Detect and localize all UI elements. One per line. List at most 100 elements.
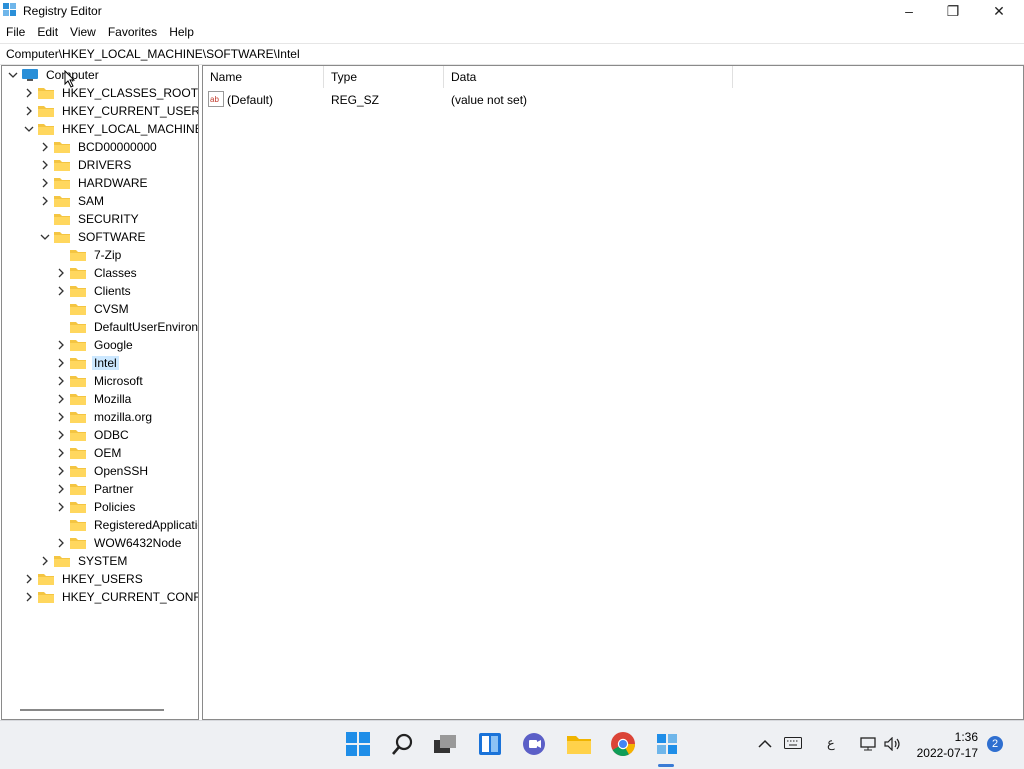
menu-view[interactable]: View (64, 23, 102, 43)
chevron-right-icon[interactable] (56, 538, 66, 548)
chevron-right-icon[interactable] (56, 430, 66, 440)
notification-badge[interactable]: 2 (987, 736, 1003, 752)
language-indicator[interactable]: ع (827, 735, 835, 751)
tree-node-7zip[interactable]: 7-Zip (56, 246, 123, 264)
address-path[interactable]: Computer\HKEY_LOCAL_MACHINE\SOFTWARE\Int… (6, 47, 300, 61)
tree-node-cvsm[interactable]: CVSM (56, 300, 131, 318)
chevron-right-icon[interactable] (24, 88, 34, 98)
tree-node-wow6432node[interactable]: WOW6432Node (56, 534, 183, 552)
widgets-icon[interactable] (477, 731, 503, 757)
folder-icon (70, 304, 86, 315)
tree-node-label: SAM (78, 194, 105, 208)
tree-node-defaultuserenvironment[interactable]: DefaultUserEnvironm (56, 318, 198, 336)
chevron-right-icon[interactable] (56, 394, 66, 404)
maximize-button[interactable]: ❐ (930, 0, 976, 22)
address-bar[interactable]: Computer\HKEY_LOCAL_MACHINE\SOFTWARE\Int… (0, 43, 1024, 65)
column-header-name[interactable]: Name (203, 66, 324, 88)
network-icon[interactable] (860, 737, 878, 751)
tree-node-oem[interactable]: OEM (56, 444, 123, 462)
key-tree-pane[interactable]: Computer HKEY_CLASSES_ROOT HKEY_CURRENT_… (1, 65, 199, 720)
file-explorer-icon[interactable] (566, 731, 592, 757)
chevron-right-icon[interactable] (56, 466, 66, 476)
column-header-type[interactable]: Type (324, 66, 444, 88)
tree-node-security[interactable]: SECURITY (40, 210, 141, 228)
string-value-icon: ab (208, 91, 224, 107)
task-view-icon[interactable] (432, 731, 458, 757)
tree-node-label: DRIVERS (78, 158, 132, 172)
chevron-down-icon[interactable] (40, 232, 50, 242)
chevron-down-icon[interactable] (24, 124, 34, 134)
chevron-up-icon[interactable] (758, 739, 772, 749)
tree-node-intel[interactable]: Intel (56, 354, 119, 372)
windows-start-icon[interactable] (345, 731, 371, 757)
chevron-right-icon[interactable] (40, 178, 50, 188)
tree-node-hardware[interactable]: HARDWARE (40, 174, 150, 192)
menu-edit[interactable]: Edit (31, 23, 64, 43)
tree-node-hkey-current-user[interactable]: HKEY_CURRENT_USER (24, 102, 198, 120)
folder-icon (38, 124, 54, 135)
tree-node-drivers[interactable]: DRIVERS (40, 156, 133, 174)
chevron-right-icon[interactable] (56, 340, 66, 350)
tree-node-label: HKEY_LOCAL_MACHINE (62, 122, 199, 136)
menu-help[interactable]: Help (163, 23, 200, 43)
chevron-right-icon[interactable] (56, 358, 66, 368)
tree-node-label: Microsoft (94, 374, 143, 388)
keyboard-icon[interactable] (784, 737, 802, 749)
minimize-button[interactable]: – (886, 0, 932, 22)
tree-node-hkey-classes-root[interactable]: HKEY_CLASSES_ROOT (24, 84, 198, 102)
chrome-icon[interactable] (610, 731, 636, 757)
clock-time: 1:36 (954, 730, 978, 744)
tree-node-microsoft[interactable]: Microsoft (56, 372, 145, 390)
column-header-data[interactable]: Data (444, 66, 733, 88)
chat-icon[interactable] (521, 731, 547, 757)
values-list-pane[interactable]: Name Type Data ab (Default) REG_SZ (valu… (202, 65, 1024, 720)
chevron-right-icon[interactable] (56, 268, 66, 278)
chevron-right-icon[interactable] (56, 376, 66, 386)
menu-bar: File Edit View Favorites Help (0, 23, 200, 43)
folder-icon (70, 538, 86, 549)
tree-node-bcd[interactable]: BCD00000000 (40, 138, 159, 156)
clock-date: 2022-07-17 (916, 746, 978, 760)
tree-node-hkey-local-machine[interactable]: HKEY_LOCAL_MACHINE (24, 120, 199, 138)
chevron-right-icon[interactable] (40, 556, 50, 566)
chevron-right-icon[interactable] (24, 592, 34, 602)
chevron-right-icon[interactable] (56, 502, 66, 512)
menu-file[interactable]: File (0, 23, 31, 43)
chevron-right-icon[interactable] (40, 160, 50, 170)
tree-node-hkey-users[interactable]: HKEY_USERS (24, 570, 145, 588)
chevron-right-icon[interactable] (40, 196, 50, 206)
chevron-right-icon[interactable] (56, 448, 66, 458)
value-row[interactable]: ab (Default) REG_SZ (value not set) (203, 91, 1023, 109)
close-button[interactable]: ✕ (976, 0, 1022, 22)
chevron-right-icon[interactable] (24, 106, 34, 116)
chevron-down-icon[interactable] (8, 70, 18, 80)
tree-node-mozilla[interactable]: Mozilla (56, 390, 133, 408)
registry-editor-icon[interactable] (654, 731, 680, 757)
tree-node-label: Clients (94, 284, 131, 298)
chevron-right-icon[interactable] (40, 142, 50, 152)
search-icon[interactable] (390, 731, 416, 757)
chevron-right-icon[interactable] (56, 286, 66, 296)
volume-icon[interactable] (884, 737, 902, 751)
clock[interactable]: 1:36 2022-07-17 (917, 729, 978, 761)
chevron-right-icon[interactable] (56, 412, 66, 422)
tree-node-clients[interactable]: Clients (56, 282, 133, 300)
chevron-right-icon[interactable] (56, 484, 66, 494)
tree-node-classes[interactable]: Classes (56, 264, 139, 282)
tree-node-computer[interactable]: Computer (8, 66, 101, 84)
tree-node-google[interactable]: Google (56, 336, 135, 354)
tree-node-odbc[interactable]: ODBC (56, 426, 131, 444)
tree-node-registeredapplications[interactable]: RegisteredApplicatio (56, 516, 198, 534)
tree-node-policies[interactable]: Policies (56, 498, 137, 516)
chevron-right-icon[interactable] (24, 574, 34, 584)
computer-icon (22, 68, 38, 81)
horizontal-scrollbar[interactable] (20, 709, 164, 711)
tree-node-mozilla-org[interactable]: mozilla.org (56, 408, 154, 426)
tree-node-software[interactable]: SOFTWARE (40, 228, 148, 246)
tree-node-openssh[interactable]: OpenSSH (56, 462, 150, 480)
tree-node-hkey-current-config[interactable]: HKEY_CURRENT_CONFIG (24, 588, 198, 606)
tree-node-system[interactable]: SYSTEM (40, 552, 129, 570)
menu-favorites[interactable]: Favorites (102, 23, 163, 43)
tree-node-sam[interactable]: SAM (40, 192, 106, 210)
tree-node-partner[interactable]: Partner (56, 480, 135, 498)
